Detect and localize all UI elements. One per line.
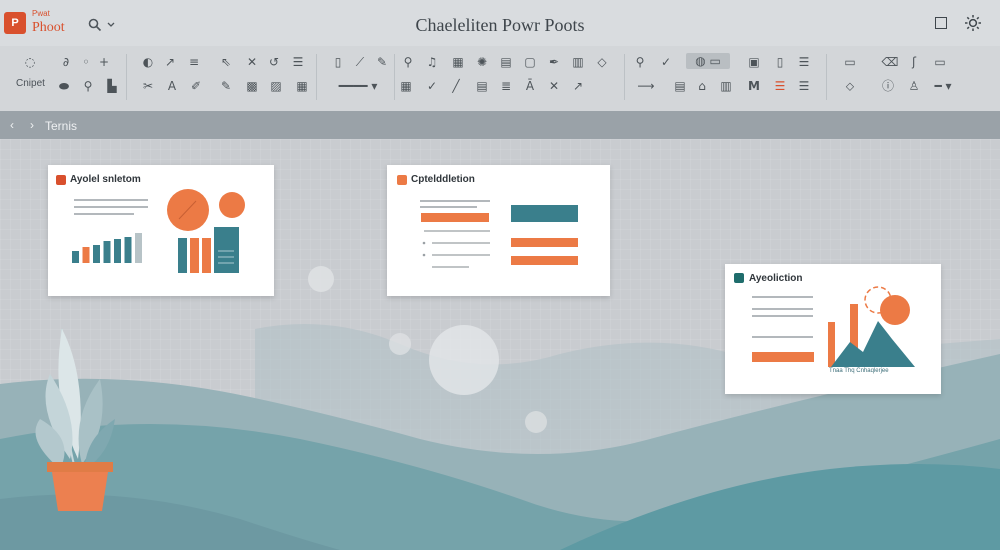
slash-icon[interactable]: ╱ [448, 78, 464, 94]
highlighter-icon[interactable]: ✎ [218, 78, 234, 94]
find-icon[interactable]: ⚲ [632, 54, 648, 70]
cursor-icon[interactable]: ⇖ [218, 54, 234, 70]
connector-icon[interactable]: ⟶ [632, 78, 660, 94]
corner-icon[interactable]: ↗ [162, 54, 178, 70]
star-icon[interactable]: ✺ [474, 54, 490, 70]
slide-chart-bar [124, 237, 132, 263]
page-icon[interactable]: ▯ [330, 54, 346, 70]
slide-caption: Tnaa Thq Cnhaqlerjee [829, 368, 889, 374]
document-icon[interactable]: ▢ [522, 54, 538, 70]
grid-small-icon[interactable]: ▦ [450, 54, 466, 70]
eraser-icon[interactable]: ⌫ [882, 54, 899, 70]
slide-graphic [752, 286, 915, 367]
ribbon-group-label: Cnipet [16, 78, 45, 89]
text-align-icon[interactable]: ☰ [290, 54, 306, 70]
brush-icon[interactable]: ✎ [374, 54, 390, 70]
slide-graphic [420, 200, 578, 268]
user-icon[interactable]: ♙ [906, 78, 922, 94]
photo-icon[interactable]: ▨ [268, 78, 284, 94]
title-bar: P Pwat Phoot Chaeleliten Powr Poots [0, 0, 1000, 46]
line-weight-dropdown[interactable]: ━━━━ ▾ [330, 78, 386, 94]
lock-icon[interactable]: ▤ [672, 78, 688, 94]
pin-icon[interactable]: ⚲ [80, 78, 96, 94]
align-icon[interactable]: ≣ [498, 78, 514, 94]
shapes-icon[interactable]: ◇ [594, 54, 610, 70]
mail-icon[interactable]: M [746, 78, 762, 94]
cross-icon[interactable]: ✕ [244, 54, 260, 70]
refresh-icon[interactable]: ↺ [266, 54, 282, 70]
add-icon[interactable]: + [96, 54, 112, 70]
bar-chart-icon[interactable]: ▥ [570, 54, 586, 70]
home-icon[interactable]: ⌂ [694, 78, 710, 94]
info-icon[interactable]: ⓘ [880, 78, 896, 94]
image-icon[interactable]: ▩ [244, 78, 260, 94]
tag-icon[interactable]: ⬬ [56, 78, 72, 94]
forward-button[interactable]: › [30, 118, 34, 132]
slide-chart-bar [72, 251, 79, 263]
slide-graphic [72, 189, 245, 273]
settings-button[interactable] [964, 14, 982, 32]
hook-icon[interactable]: ʃ [906, 54, 922, 70]
lines-icon[interactable]: ≡ [186, 54, 202, 70]
globe-mode-button[interactable]: ◍ ▭ [686, 53, 730, 69]
breadcrumb: ‹ › Ternis [0, 111, 1000, 139]
slide-chart-bar [135, 233, 142, 263]
breadcrumb-label[interactable]: Ternis [45, 119, 77, 133]
slide-canvas: Ayolel snletom Cptelddletion Ayeoliction… [0, 139, 1000, 550]
slide-icon[interactable]: ▦ [294, 78, 310, 94]
slide-chart-bar [82, 247, 90, 263]
back-button[interactable]: ‹ [10, 118, 14, 132]
ruler-icon[interactable]: ⟋ [352, 54, 368, 70]
slide-chart-bar [114, 239, 121, 263]
tablet-icon[interactable]: ▣ [746, 54, 762, 70]
minus-dropdown-icon[interactable]: ━ ▾ [932, 78, 954, 94]
layout-icon[interactable]: ▭ [842, 54, 858, 70]
pencil-icon[interactable]: ✐ [188, 78, 204, 94]
bell-icon[interactable]: ♫ [424, 54, 440, 70]
search-tool-icon[interactable]: ⚲ [400, 54, 416, 70]
lasso-icon[interactable]: ◌ [22, 54, 38, 70]
file-icon[interactable]: ▯ [772, 54, 788, 70]
slide-card[interactable]: Cptelddletion [387, 165, 610, 296]
list-icon[interactable]: ☰ [796, 54, 812, 70]
slide-card[interactable]: Ayeoliction Tnaa Thq Cnhaqlerjee [725, 264, 941, 394]
shapes-cross-icon[interactable]: ✕ [546, 78, 562, 94]
scissors-icon[interactable]: ✂ [140, 78, 156, 94]
table-icon[interactable]: ▤ [498, 54, 514, 70]
slide-card[interactable]: Ayolel snletom [48, 165, 274, 296]
tick-icon[interactable]: ✓ [424, 78, 440, 94]
arrow-icon[interactable]: ↗ [570, 78, 586, 94]
diamond-icon[interactable]: ⬦ [842, 78, 858, 94]
ribbon-toolbar: Cnipet ◌ ∂ ◦ + ◐ ↗ ≡ ⇖ ✕ ↺ ☰ ▯ ⟋ ✎ ⚲ ♫ ▦… [0, 46, 1000, 111]
maximize-button[interactable] [932, 14, 950, 32]
letter-a-icon[interactable]: Ā [522, 78, 538, 94]
half-circle-icon[interactable]: ◐ [140, 54, 156, 70]
battery-icon[interactable]: ▭ [932, 54, 948, 70]
font-color-icon[interactable]: ☰ [772, 78, 788, 94]
paragraph-icon[interactable]: ☰ [796, 78, 812, 94]
link-icon[interactable]: ∂ [58, 54, 74, 70]
slide-chart-bar [103, 241, 111, 263]
pen-icon[interactable]: ✒ [546, 54, 562, 70]
font-a-icon[interactable]: A [164, 78, 180, 94]
maximize-icon [935, 17, 947, 29]
slide-chart-bar [93, 245, 100, 263]
dot-icon[interactable]: ◦ [78, 54, 94, 70]
sun-settings-icon [965, 15, 981, 31]
format-icon[interactable]: ▙ [104, 78, 120, 94]
clipboard-icon[interactable]: ▤ [474, 78, 490, 94]
columns-icon[interactable]: ▥ [718, 78, 734, 94]
check-icon[interactable]: ✓ [658, 54, 674, 70]
grid-icon[interactable]: ▦ [398, 78, 414, 94]
window-title: Chaeleliten Powr Poots [415, 15, 585, 35]
